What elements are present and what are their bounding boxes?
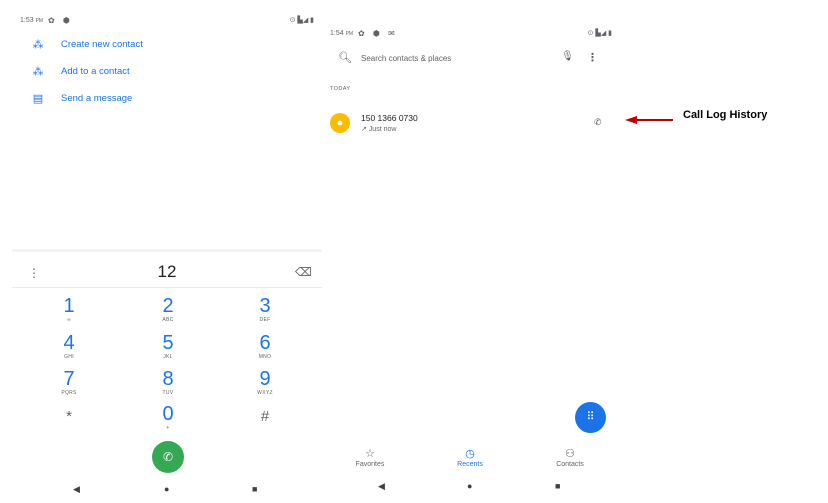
key-2[interactable]: 2 ABC	[138, 296, 198, 323]
tab-contacts-label: Contacts	[556, 461, 584, 468]
add-to-contact-button[interactable]: ⁂ Add to a contact	[30, 62, 130, 80]
key-8[interactable]: 8 TUV	[138, 369, 198, 396]
section-header-today: TODAY	[330, 86, 351, 92]
create-new-contact-button[interactable]: ⁂ Create new contact	[30, 35, 143, 53]
search-bar[interactable]: 🔍︎ Search contacts & places 🎙︎ ⋮	[336, 47, 610, 71]
home-icon[interactable]: ●	[164, 484, 169, 494]
caller-number: 150 1366 0730	[361, 113, 418, 123]
send-message-label: Send a message	[61, 92, 133, 104]
key-star[interactable]: *	[39, 407, 99, 434]
recents-screen: 1:54 PM ✿ ⬢ ✉ ⊙ ▙◢ ▮ 🔍︎ Search contacts …	[322, 0, 622, 500]
avatar: ●	[330, 113, 350, 133]
key-3[interactable]: 3 DEF	[235, 296, 295, 323]
status-icons: ✿ ⬢ ✉	[358, 29, 398, 38]
send-message-button[interactable]: ▤ Send a message	[30, 89, 133, 107]
status-time: 1:54 PM	[330, 30, 354, 37]
key-0[interactable]: 0 +	[138, 404, 198, 431]
microphone-icon[interactable]: 🎙︎	[561, 51, 574, 62]
status-time: 1:53 PM	[20, 17, 44, 24]
dial-header: ⋮ 12 ⌫	[12, 257, 322, 287]
dialpad-icon: ⠿	[586, 411, 595, 423]
signal-battery-icon: ⊙ ▙◢ ▮	[289, 17, 314, 24]
status-bar: 1:54 PM ✿ ⬢ ✉ ⊙ ▙◢ ▮	[330, 29, 622, 40]
recent-apps-icon[interactable]: ■	[555, 481, 560, 491]
key-7[interactable]: 7 PQRS	[39, 369, 99, 396]
tab-favorites[interactable]: ☆ Favorites	[340, 447, 400, 468]
system-nav-bar: ◀ ● ■	[322, 476, 622, 500]
back-icon[interactable]: ◀	[378, 481, 385, 492]
key-1[interactable]: 1 ∞	[39, 296, 99, 323]
contacts-icon: ⚇	[565, 448, 575, 460]
star-icon: ☆	[365, 448, 375, 460]
status-bar: 1:53 PM ✿ ⬢ ⊙ ▙◢ ▮	[20, 16, 324, 27]
backspace-icon[interactable]: ⌫	[295, 265, 312, 279]
search-placeholder: Search contacts & places	[361, 54, 452, 63]
annotation-label: Call Log History	[683, 109, 768, 121]
person-add-icon: ⁂	[32, 38, 44, 51]
call-time: ↗ Just now	[361, 126, 397, 133]
back-icon[interactable]: ◀	[73, 484, 80, 495]
message-icon: ▤	[32, 92, 44, 105]
recent-apps-icon[interactable]: ■	[252, 484, 257, 494]
key-hash[interactable]: #	[235, 407, 295, 434]
status-icons: ✿ ⬢	[48, 16, 73, 25]
dialed-number[interactable]: 12	[12, 262, 322, 282]
tab-recents-label: Recents	[457, 461, 483, 468]
tab-recents[interactable]: ◷ Recents	[440, 447, 500, 468]
dialer-screen: 1:53 PM ✿ ⬢ ⊙ ▙◢ ▮ ⁂ Create new contact …	[12, 0, 324, 503]
more-options-icon[interactable]: ⋮	[587, 51, 598, 64]
key-4[interactable]: 4 GHI	[39, 333, 99, 360]
search-icon: 🔍︎	[338, 52, 352, 64]
divider	[12, 287, 322, 288]
create-new-contact-label: Create new contact	[61, 38, 143, 50]
call-log-item[interactable]: ● 150 1366 0730 ↗ Just now ✆	[330, 110, 622, 142]
dialpad-button[interactable]: ⠿	[575, 402, 606, 433]
annotation-arrow	[625, 116, 673, 124]
clock-icon: ◷	[465, 448, 475, 460]
tab-favorites-label: Favorites	[355, 461, 385, 468]
dialpad: ⋮ 12 ⌫ 1 ∞ 2 ABC 3 DEF 4 GHI 5 JKL 6 MNO 7 PQRS…	[12, 249, 322, 503]
person-add-icon: ⁂	[32, 65, 44, 78]
tab-contacts[interactable]: ⚇ Contacts	[540, 447, 600, 468]
key-5[interactable]: 5 JKL	[138, 333, 198, 360]
call-back-icon[interactable]: ✆	[594, 117, 602, 128]
signal-battery-icon: ⊙ ▙◢ ▮	[587, 30, 612, 37]
call-button[interactable]: ✆	[152, 441, 184, 473]
home-icon[interactable]: ●	[467, 481, 472, 491]
key-6[interactable]: 6 MNO	[235, 333, 295, 360]
add-to-contact-label: Add to a contact	[61, 65, 130, 77]
system-nav-bar: ◀ ● ■	[12, 479, 322, 503]
key-9[interactable]: 9 WXYZ	[235, 369, 295, 396]
phone-icon: ✆	[162, 450, 174, 464]
